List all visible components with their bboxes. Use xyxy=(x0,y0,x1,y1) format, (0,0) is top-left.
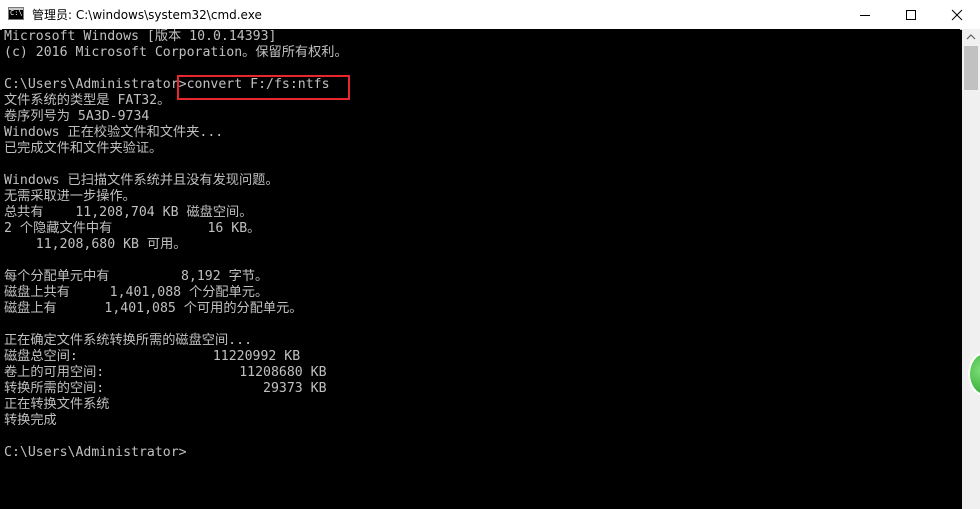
console-line: Windows 正在校验文件和文件夹... xyxy=(4,125,224,140)
minimize-icon xyxy=(860,15,870,16)
console-output[interactable]: Microsoft Windows [版本 10.0.14393] (c) 20… xyxy=(2,29,960,509)
console-line: 2 个隐藏文件中有 16 KB。 xyxy=(4,221,261,236)
minimize-button[interactable] xyxy=(842,0,888,29)
close-button[interactable] xyxy=(934,0,980,29)
title-bar[interactable]: C:\ 管理员: C:\windows\system32\cmd.exe xyxy=(0,0,980,30)
console-line: 卷序列号为 5A3D-9734 xyxy=(4,109,150,124)
vertical-scrollbar[interactable] xyxy=(962,29,980,509)
console-line: 总共有 11,208,704 KB 磁盘空间。 xyxy=(4,205,253,220)
cmd-window: C:\ 管理员: C:\windows\system32\cmd.exe Mic… xyxy=(0,0,980,509)
console-line: 磁盘上有 1,401,085 个可用的分配单元。 xyxy=(4,301,303,316)
console-line: 磁盘总空间: 11220992 KB xyxy=(4,349,301,364)
console-line: 每个分配单元中有 8,192 字节。 xyxy=(4,269,269,284)
scroll-thumb[interactable] xyxy=(964,46,978,90)
close-icon xyxy=(951,9,963,21)
scroll-up-button[interactable] xyxy=(962,29,980,46)
console-line: Microsoft Windows [版本 10.0.14393] xyxy=(4,29,277,44)
prompt-line: C:\Users\Administrator> xyxy=(4,445,187,460)
console-line: 正在确定文件系统转换所需的磁盘空间... xyxy=(4,333,253,348)
console-line: 无需采取进一步操作。 xyxy=(4,189,136,204)
console-line: 文件系统的类型是 FAT32。 xyxy=(4,93,171,108)
maximize-icon xyxy=(906,10,916,20)
console-line: 已完成文件和文件夹验证。 xyxy=(4,141,163,156)
command-highlight-box xyxy=(177,75,350,100)
window-title: 管理员: C:\windows\system32\cmd.exe xyxy=(32,8,262,22)
console-line: 正在转换文件系统 xyxy=(4,397,110,412)
console-line: (c) 2016 Microsoft Corporation。保留所有权利。 xyxy=(4,45,348,60)
console-line: Windows 已扫描文件系统并且没有发现问题。 xyxy=(4,173,279,188)
console-line: 11,208,680 KB 可用。 xyxy=(4,237,187,252)
console-line: 转换所需的空间: 29373 KB xyxy=(4,381,327,396)
chevron-up-icon xyxy=(966,34,976,40)
cmd-app-icon[interactable]: C:\ xyxy=(8,7,24,20)
maximize-button[interactable] xyxy=(888,0,934,29)
console-line: 磁盘上共有 1,401,088 个分配单元。 xyxy=(4,285,269,300)
console-line: 转换完成 xyxy=(4,413,57,428)
console-line: 卷上的可用空间: 11208680 KB xyxy=(4,365,327,380)
